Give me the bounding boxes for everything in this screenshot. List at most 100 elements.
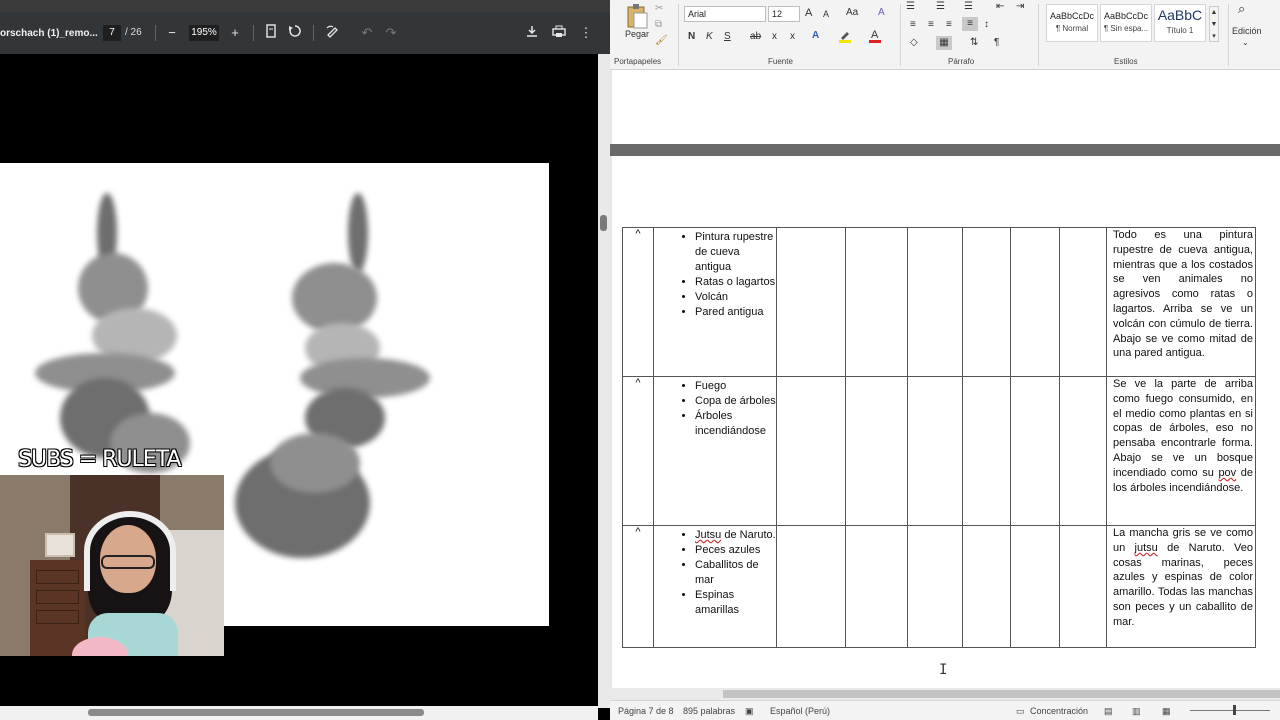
underline-button[interactable]: S	[724, 30, 731, 44]
word-count-status[interactable]: 895 palabras	[683, 706, 735, 716]
zoom-slider-thumb[interactable]	[1233, 705, 1236, 715]
shrink-font-button[interactable]: A	[823, 7, 829, 21]
table-cell[interactable]: Pintura rupestre de cueva antigua Ratas …	[653, 227, 777, 377]
subscript-button[interactable]: x	[772, 30, 777, 44]
proofing-icon[interactable]: ▣	[745, 706, 754, 717]
justify-icon[interactable]: ≡	[962, 17, 978, 31]
table-cell[interactable]: Jutsu de Naruto. Peces azules Caballitos…	[653, 525, 777, 648]
table-cell[interactable]	[962, 376, 1011, 526]
undo-button[interactable]: ↶	[358, 24, 376, 42]
zoom-out-button[interactable]: −	[163, 24, 181, 42]
pdf-vertical-scroll-thumb[interactable]	[600, 215, 607, 231]
table-cell[interactable]	[776, 525, 846, 648]
bullets-icon[interactable]: ☰	[906, 0, 915, 14]
table-cell[interactable]: Fuego Copa de árboles Árboles incendiánd…	[653, 376, 777, 526]
text-effects-icon[interactable]: A	[812, 29, 819, 43]
copy-icon[interactable]: ⧉	[655, 18, 662, 32]
borders-icon[interactable]: ▦	[936, 36, 952, 50]
description-text: Se ve la parte de arriba como fuego cons…	[1113, 378, 1253, 479]
align-center-icon[interactable]: ≡	[928, 18, 934, 32]
decrease-indent-icon[interactable]: ⇤	[996, 0, 1004, 14]
table-cell-description[interactable]: Se ve la parte de arriba como fuego cons…	[1106, 376, 1256, 526]
format-painter-icon[interactable]: 🖌	[655, 34, 668, 48]
line-spacing-icon[interactable]: ↕	[984, 18, 989, 32]
fit-page-button[interactable]	[262, 24, 280, 42]
focus-mode-button[interactable]: Concentración	[1030, 706, 1088, 716]
page-count-status[interactable]: Página 7 de 8	[618, 706, 674, 716]
read-mode-icon[interactable]: ▤	[1104, 706, 1113, 717]
multilevel-list-icon[interactable]: ☰	[964, 0, 973, 14]
style-sample: AaBbCcDc	[1049, 11, 1094, 21]
pdf-page-input[interactable]: 7	[103, 25, 121, 41]
print-button[interactable]	[550, 24, 568, 42]
table-cell-description[interactable]: Todo es una pintura rupestre de cueva an…	[1106, 227, 1256, 377]
italic-button[interactable]: K	[706, 30, 713, 44]
download-button[interactable]	[523, 24, 541, 42]
table-cell[interactable]	[1059, 376, 1107, 526]
table-cell[interactable]	[845, 227, 908, 377]
table-cell[interactable]	[845, 376, 908, 526]
paste-button[interactable]: Pegar	[625, 27, 649, 41]
results-table[interactable]: ^ Pintura rupestre de cueva antigua Rata…	[622, 227, 1256, 648]
change-case-button[interactable]: Aa	[846, 6, 858, 20]
print-layout-icon[interactable]: ▥	[1132, 706, 1141, 717]
table-cell[interactable]	[907, 227, 963, 377]
strikethrough-button[interactable]: ab	[750, 30, 761, 44]
grow-font-button[interactable]: A	[805, 6, 812, 20]
table-cell[interactable]	[776, 227, 846, 377]
rotate-button[interactable]	[286, 24, 304, 42]
table-cell[interactable]	[907, 376, 963, 526]
table-cell[interactable]	[907, 525, 963, 648]
zoom-level-input[interactable]: 195%	[189, 25, 219, 41]
zoom-in-button[interactable]: +	[226, 24, 244, 42]
focus-icon[interactable]: ▭	[1016, 706, 1025, 717]
table-cell[interactable]	[1059, 525, 1107, 648]
font-size-select[interactable]: 12	[768, 6, 800, 22]
table-cell[interactable]	[962, 525, 1011, 648]
table-cell[interactable]	[1010, 227, 1060, 377]
pdf-horizontal-scroll-thumb[interactable]	[88, 709, 424, 716]
zoom-slider[interactable]	[1190, 710, 1270, 711]
font-name-select[interactable]: Arial	[684, 6, 766, 22]
table-row: ^ Pintura rupestre de cueva antigua Rata…	[622, 227, 1256, 377]
clear-format-icon[interactable]: A	[878, 6, 885, 20]
style-no-spacing[interactable]: AaBbCcDc ¶ Sin espa...	[1100, 4, 1152, 42]
align-right-icon[interactable]: ≡	[946, 18, 952, 32]
table-cell[interactable]	[1010, 376, 1060, 526]
pdf-toolbar: orschach (1)_remo... 7 / 26 − 195% + ↶ ↷	[0, 12, 610, 54]
table-cell[interactable]: ^	[622, 525, 654, 648]
sort-icon[interactable]: ⇅	[970, 36, 978, 50]
style-heading-1[interactable]: AaBbC Título 1	[1154, 4, 1206, 42]
table-cell[interactable]	[776, 376, 846, 526]
show-formatting-icon[interactable]: ¶	[994, 36, 999, 50]
styles-gallery-scroll[interactable]: ▲ ▼ ▾	[1209, 6, 1219, 42]
language-status[interactable]: Español (Perú)	[770, 706, 830, 716]
numbering-icon[interactable]: ☰	[936, 0, 945, 14]
table-cell[interactable]	[1059, 227, 1107, 377]
pdf-vertical-scrollbar[interactable]	[598, 54, 610, 708]
table-cell[interactable]	[1010, 525, 1060, 648]
word-horizontal-scroll-thumb[interactable]	[723, 690, 1280, 698]
cut-icon[interactable]: ✂	[655, 2, 663, 16]
web-layout-icon[interactable]: ▦	[1162, 706, 1171, 717]
chevron-down-icon[interactable]: ⌄	[1242, 36, 1249, 50]
bold-button[interactable]: N	[688, 30, 695, 44]
font-color-icon[interactable]: A	[868, 28, 882, 48]
table-cell-description[interactable]: La mancha gris se ve como un jutsu de Na…	[1106, 525, 1256, 648]
align-left-icon[interactable]: ≡	[910, 18, 916, 32]
more-options-button[interactable]: ⋮	[577, 24, 595, 42]
shading-icon[interactable]: ◇	[910, 36, 918, 50]
search-icon[interactable]: ⌕	[1238, 2, 1245, 16]
table-cell[interactable]	[962, 227, 1011, 377]
plus-icon: +	[231, 25, 239, 40]
redo-button[interactable]: ↷	[382, 24, 400, 42]
highlight-icon[interactable]	[838, 29, 852, 48]
table-cell[interactable]: ^	[622, 227, 654, 377]
table-cell[interactable]	[845, 525, 908, 648]
increase-indent-icon[interactable]: ⇥	[1016, 0, 1024, 14]
draw-button[interactable]	[324, 24, 342, 42]
table-cell[interactable]: ^	[622, 376, 654, 526]
paste-icon[interactable]	[624, 3, 650, 29]
style-normal[interactable]: AaBbCcDc ¶ Normal	[1046, 4, 1098, 42]
superscript-button[interactable]: x	[790, 30, 795, 44]
